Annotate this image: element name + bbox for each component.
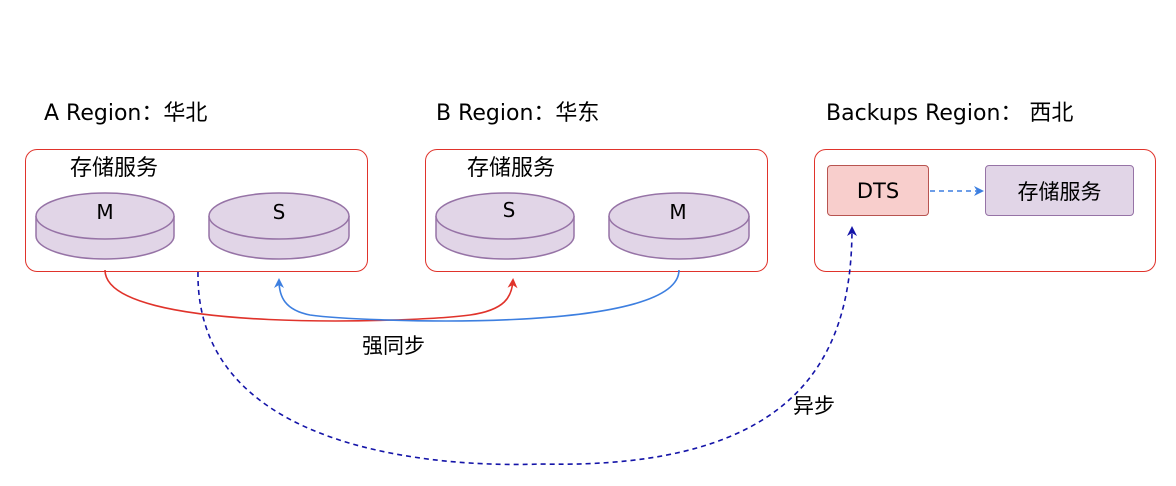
- dts-label: DTS: [856, 178, 900, 203]
- async-label: 异步: [793, 394, 835, 418]
- region-a-slave-label: S: [272, 200, 286, 224]
- region-a-master-label: M: [96, 200, 114, 224]
- region-b-master-label: M: [669, 200, 687, 224]
- backup-storage-node: 存储服务: [985, 165, 1134, 216]
- diagram-canvas: [35, 186, 984, 466]
- sync-label: 强同步: [362, 334, 425, 358]
- sync-arrow-a-to-b: [104, 269, 518, 322]
- region-b-slave-label: S: [502, 198, 516, 222]
- async-arrow-to-dts: [197, 226, 857, 466]
- backup-storage-label: 存储服务: [1017, 179, 1102, 204]
- dts-node: DTS: [827, 165, 929, 216]
